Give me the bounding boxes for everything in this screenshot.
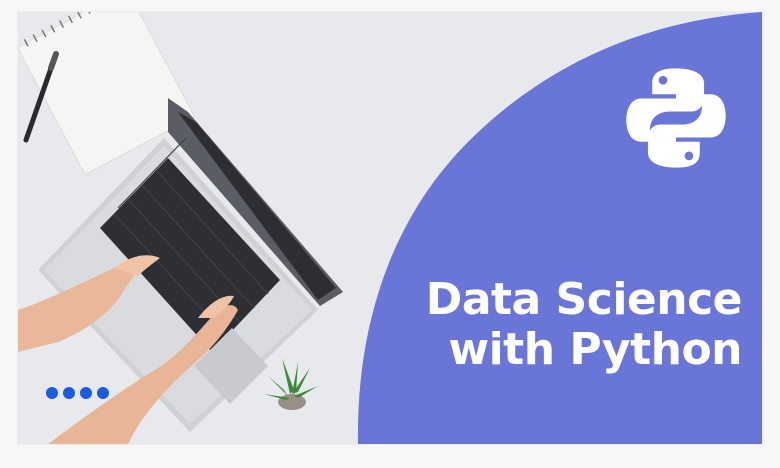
carousel-dots [46,387,109,399]
carousel-dot-2[interactable] [63,387,75,399]
page: Data Science with Python [0,0,780,468]
carousel-dot-1[interactable] [46,387,58,399]
course-banner[interactable]: Data Science with Python [18,12,762,444]
title-line-1: Data Science [425,274,743,325]
course-title: Data Science with Python [342,274,743,375]
python-logo-icon [626,68,726,168]
title-line-2: with Python [448,324,742,375]
carousel-dot-4[interactable] [97,387,109,399]
carousel-dot-3[interactable] [80,387,92,399]
